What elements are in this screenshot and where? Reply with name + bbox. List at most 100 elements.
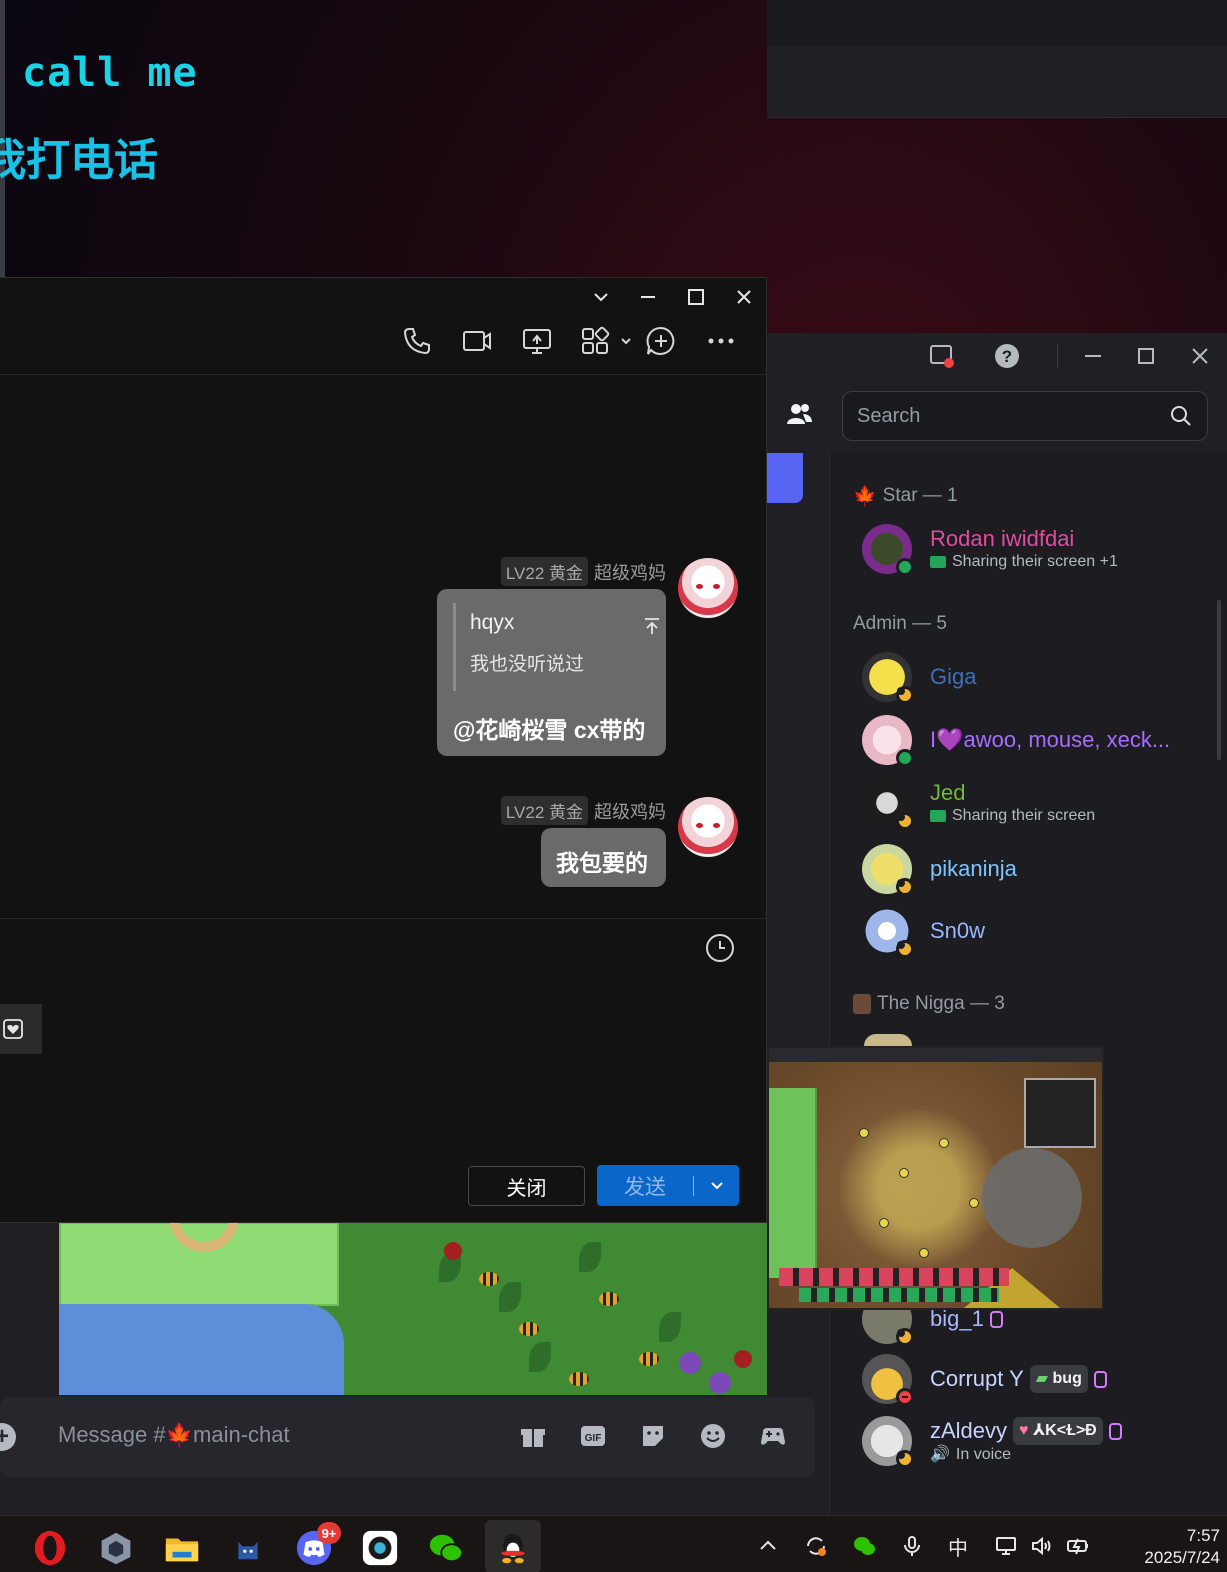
send-button[interactable]: 发送 [597,1165,739,1206]
file-explorer-icon[interactable] [162,1528,202,1568]
message-text: @花崎桜雪 cx带的 [453,717,646,743]
stream-mob [919,1248,929,1258]
avatar [862,1354,914,1406]
quote-text: 我也没听说过 [470,654,585,675]
game-bee [479,1272,499,1286]
show-hidden-icons-icon[interactable] [754,1532,782,1560]
quoted-message[interactable]: hqyx 我也没听说过 [453,603,663,691]
unity-hub-icon[interactable] [96,1528,136,1568]
maximize-icon[interactable] [1133,343,1159,369]
member-name: I💜awoo, mouse, xeck... [930,727,1171,752]
message-bubble[interactable]: hqyx 我也没听说过 @花崎桜雪 cx带的 [437,589,666,756]
gift-icon[interactable] [518,1421,548,1451]
member-jed[interactable]: Jed Sharing their screen [862,774,1095,832]
close-icon[interactable] [733,286,755,308]
stream-window-bar [769,1048,1102,1062]
help-icon[interactable]: ? [994,343,1020,369]
channel-banner-fragment [767,453,803,503]
sticker-icon[interactable] [638,1421,668,1451]
microphone-icon[interactable] [898,1532,926,1560]
osu-app-icon[interactable] [360,1528,400,1568]
member-list-icon[interactable] [785,400,813,428]
voice-call-icon[interactable] [400,324,434,358]
idle-status-icon [896,1328,914,1346]
game-water [59,1304,344,1395]
battery-icon[interactable] [1064,1532,1092,1560]
volume-icon[interactable] [1028,1532,1056,1560]
game-orb [679,1352,701,1374]
stream-mob [879,1218,889,1228]
stream-preview[interactable] [767,1046,1104,1310]
apps-icon[interactable] [580,324,632,358]
sticker-heart-icon[interactable] [0,1004,42,1054]
network-icon[interactable] [992,1532,1020,1560]
stream-mob [939,1138,949,1148]
qq-icon[interactable] [493,1528,533,1568]
close-button[interactable]: 关闭 [468,1166,585,1206]
member-name: Rodan iwidfdai [930,526,1075,551]
wechat-tray-icon[interactable] [850,1532,878,1560]
opera-icon[interactable] [30,1528,70,1568]
more-icon[interactable] [704,324,738,358]
member-name: zAldevy [930,1418,1008,1443]
screen-share-icon [930,810,946,822]
member-zaldevy[interactable]: zAldevy ♥ ⅄K<Ɫ>Ð 🔊 In voice [862,1412,1122,1470]
member-activity: In voice [955,1446,1012,1463]
video-call-icon[interactable] [460,324,494,358]
game-bee [569,1372,589,1386]
member-name: Corrupt Y [930,1366,1024,1391]
add-attachment-icon[interactable]: + [0,1423,16,1451]
member-iwawoo[interactable]: I💜awoo, mouse, xeck... [862,711,1170,769]
cat-app-icon[interactable] [228,1528,268,1568]
sender-name[interactable]: 超级鸡妈 [594,559,666,585]
online-status-icon [896,749,914,767]
sender-name[interactable]: 超级鸡妈 [594,798,666,824]
message-bubble[interactable]: 我包要的 [541,828,666,887]
idle-status-icon [896,878,914,896]
member-name: Sn0w [930,918,986,943]
history-clock-icon[interactable] [704,932,736,964]
minimize-icon[interactable] [1080,343,1106,369]
taskbar-clock[interactable]: 7:57 2025/7/24 [1108,1525,1220,1569]
member-giga[interactable]: Giga [862,648,976,706]
stream-joystick [982,1148,1082,1248]
stream-mob [969,1198,979,1208]
sync-icon[interactable] [802,1532,830,1560]
search-icon [1171,406,1191,426]
chevron-down-icon[interactable] [590,286,612,308]
add-chat-icon[interactable] [644,324,678,358]
search-input[interactable]: Search [842,391,1208,441]
wechat-icon[interactable] [426,1528,466,1568]
member-corrupt[interactable]: Corrupt Y ▰ bug [862,1350,1107,1408]
member-pikaninja[interactable]: pikaninja [862,840,1017,898]
avatar[interactable] [678,797,738,857]
server-boost-icon [1108,1422,1122,1440]
qq-chat-window: LV22 黄金 超级鸡妈 hqyx 我也没听说过 @花崎桜雪 cx带的 LV22… [0,277,767,1223]
activities-icon[interactable] [758,1421,788,1451]
avatar[interactable] [678,558,738,618]
emoji-icon[interactable] [698,1421,728,1451]
idle-status-icon [896,812,914,830]
idle-status-icon [896,1450,914,1468]
clock-date: 2025/7/24 [1144,1548,1220,1567]
gif-icon[interactable]: GIF [578,1421,608,1451]
discord-channel-toolbar [767,46,1227,118]
member-rodan[interactable]: Rodan iwidfdai Sharing their screen +1 [862,520,1118,578]
idle-status-icon [896,686,914,704]
discord-titlebar [767,0,1227,46]
screen-share-icon[interactable] [520,324,554,358]
message-composer[interactable]: + Message #🍁main-chat GIF [0,1397,815,1477]
member-list-scrollbar[interactable] [1217,600,1221,760]
jump-to-quote-icon[interactable] [641,615,663,637]
inbox-icon[interactable] [929,343,955,369]
svg-text:GIF: GIF [585,1433,602,1444]
avatar [862,524,914,576]
heart-icon: ♥ [1019,1422,1029,1439]
ime-indicator[interactable]: 中 [944,1532,972,1560]
member-snow[interactable]: Sn0w [862,902,985,960]
game-bee [639,1352,659,1366]
close-icon[interactable] [1187,343,1213,369]
maximize-icon[interactable] [685,286,707,308]
minimize-icon[interactable] [637,286,659,308]
send-options-chevron-icon[interactable] [694,1178,739,1194]
